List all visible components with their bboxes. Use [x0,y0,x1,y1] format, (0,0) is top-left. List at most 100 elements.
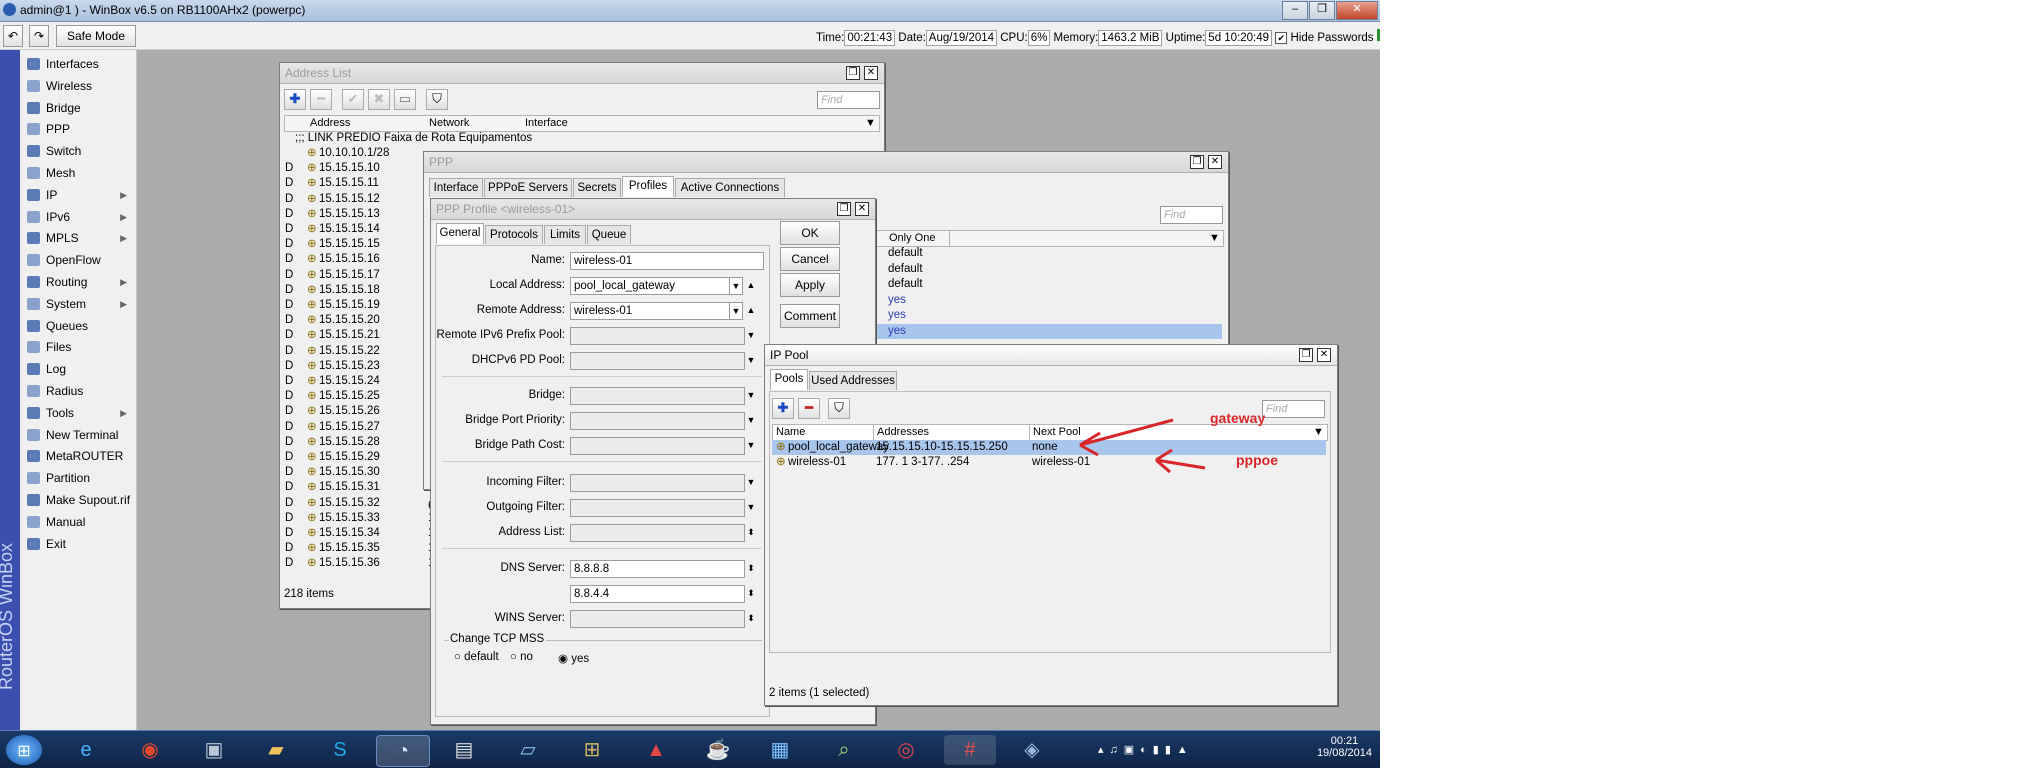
tab-active-connections[interactable]: Active Connections [675,178,785,197]
outgoing-filter-dropdown[interactable]: ▼ [745,499,757,515]
dns-server-2-spinner[interactable]: ⬍ [745,585,757,601]
sidebar-item-ipv6[interactable]: IPv6 ▶ [20,206,136,228]
ok-button[interactable]: OK [780,221,840,245]
ppp-profile-row[interactable]: default [874,277,1222,292]
camera-icon[interactable]: ◎ [886,735,926,765]
ppp-profile-row[interactable]: yes [874,293,1222,308]
sidebar-item-make-supout-rif[interactable]: Make Supout.rif [20,489,136,511]
app-taskbar-icon[interactable]: # [944,735,996,765]
sidebar-item-mpls[interactable]: MPLS ▶ [20,227,136,249]
cancel-button[interactable]: Cancel [780,247,840,271]
col-network[interactable]: Network [429,116,469,131]
remote-address-dropdown[interactable]: ▼ [729,302,743,320]
column-menu-icon[interactable]: ▼ [865,116,876,131]
chrome-icon[interactable]: ◉ [130,735,170,765]
ip-pool-close-button[interactable]: ✕ [1317,348,1331,362]
address-list-restore-button[interactable]: ❐ [846,66,860,80]
internet-explorer-icon[interactable]: e [66,735,106,765]
incoming-filter-field[interactable] [570,474,745,492]
filter-button[interactable]: ⛉ [426,89,448,110]
incoming-filter-dropdown[interactable]: ▼ [745,474,757,490]
bridge-cost-dropdown[interactable]: ▼ [745,437,757,453]
tab-pppoe-servers[interactable]: PPPoE Servers [484,178,572,197]
address-list-find-input[interactable]: Find [817,91,880,109]
bridge-priority-field[interactable] [570,412,745,430]
system-tray-icons[interactable]: ▴♫▣◐▮▮▲ [1098,743,1194,756]
tab-pools[interactable]: Pools [770,369,808,390]
address-list-close-button[interactable]: ✕ [864,66,878,80]
sidebar-item-files[interactable]: Files [20,336,136,358]
enable-button[interactable]: ✔ [342,89,364,110]
tab-queue[interactable]: Queue [587,225,631,244]
dhcpv6-dropdown[interactable]: ▼ [745,352,757,368]
bridge-dropdown[interactable]: ▼ [745,387,757,403]
ppp-profile-row[interactable]: default [874,246,1222,261]
undo-button[interactable]: ↶ [3,25,23,47]
ppp-close-button[interactable]: ✕ [1208,155,1222,169]
winbox-taskbar-icon[interactable]: ◔ [376,735,430,767]
tab-limits[interactable]: Limits [544,225,586,244]
tab-protocols[interactable]: Protocols [485,225,543,244]
ppp-profile-row[interactable]: yes [874,323,1222,339]
safe-mode-button[interactable]: Safe Mode [56,25,136,47]
remote-address-remove[interactable]: ▲ [745,302,757,318]
network-tool-icon[interactable]: ▣ [194,735,234,765]
radio-no[interactable]: ○ no [510,651,533,663]
col-address[interactable]: Address [310,116,350,131]
tab-profiles[interactable]: Profiles [622,176,674,197]
radio-yes[interactable]: ◉ yes [558,651,589,665]
local-address-remove[interactable]: ▲ [745,277,757,293]
taskbar-clock[interactable]: 00:21 19/08/2014 [1317,735,1372,759]
cmd-icon[interactable]: ▤ [444,735,484,765]
sidebar-item-tools[interactable]: Tools ▶ [20,402,136,424]
apply-button[interactable]: Apply [780,273,840,297]
sidebar-item-new-terminal[interactable]: New Terminal [20,424,136,446]
redo-button[interactable]: ↷ [29,25,49,47]
disable-button[interactable]: ✖ [368,89,390,110]
remove-pool-button[interactable]: ━ [798,398,820,419]
ppp-profile-row[interactable]: yes [874,308,1222,323]
sidebar-item-switch[interactable]: Switch [20,140,136,162]
col-interface[interactable]: Interface [525,116,568,131]
bridge-priority-dropdown[interactable]: ▼ [745,412,757,428]
sidebar-item-exit[interactable]: Exit [20,533,136,555]
ppp-find-input[interactable]: Find [1160,206,1223,224]
comment-button[interactable]: ▭ [394,89,416,110]
sidebar-item-interfaces[interactable]: Interfaces [20,53,136,75]
minimize-button[interactable]: – [1282,1,1308,20]
wins-server-spinner[interactable]: ⬍ [745,610,757,626]
dhcpv6-field[interactable] [570,352,745,370]
ip-pool-find-input[interactable]: Find [1262,400,1325,418]
outgoing-filter-field[interactable] [570,499,745,517]
maximize-button[interactable]: ❐ [1309,1,1335,20]
comment-button[interactable]: Comment [780,304,840,328]
tab-interface[interactable]: Interface [429,178,483,197]
pool-filter-button[interactable]: ⛉ [828,398,850,419]
sidebar-item-manual[interactable]: Manual [20,511,136,533]
add-button[interactable]: ✚ [284,89,306,110]
address-list-spinner[interactable]: ⬍ [745,524,757,540]
local-address-field[interactable]: pool_local_gateway [570,277,730,295]
remove-button[interactable]: ━ [310,89,332,110]
search-tool-icon[interactable]: ⌕ [824,735,864,765]
start-button[interactable]: ⊞ [6,735,42,765]
sidebar-item-system[interactable]: System ▶ [20,293,136,315]
folder-icon[interactable]: ▰ [256,735,296,765]
remote-address-field[interactable]: wireless-01 [570,302,730,320]
virtualbox-icon[interactable]: ◈ [1012,735,1052,765]
dns-server-1-spinner[interactable]: ⬍ [745,560,757,576]
add-pool-button[interactable]: ✚ [772,398,794,419]
address-list-field[interactable] [570,524,745,542]
ppp-profile-restore-button[interactable]: ❐ [837,202,851,216]
sidebar-item-log[interactable]: Log [20,358,136,380]
dns-server-2-field[interactable]: 8.8.4.4 [570,585,745,603]
sidebar-item-openflow[interactable]: OpenFlow [20,249,136,271]
ppp-profile-row[interactable]: default [874,262,1222,277]
ipv6-pool-field[interactable] [570,327,745,345]
sidebar-item-routing[interactable]: Routing ▶ [20,271,136,293]
name-field[interactable]: wireless-01 [570,252,764,270]
sidebar-item-partition[interactable]: Partition [20,467,136,489]
sidebar-item-radius[interactable]: Radius [20,380,136,402]
sidebar-item-bridge[interactable]: Bridge [20,97,136,119]
sidebar-item-ip[interactable]: IP ▶ [20,184,136,206]
